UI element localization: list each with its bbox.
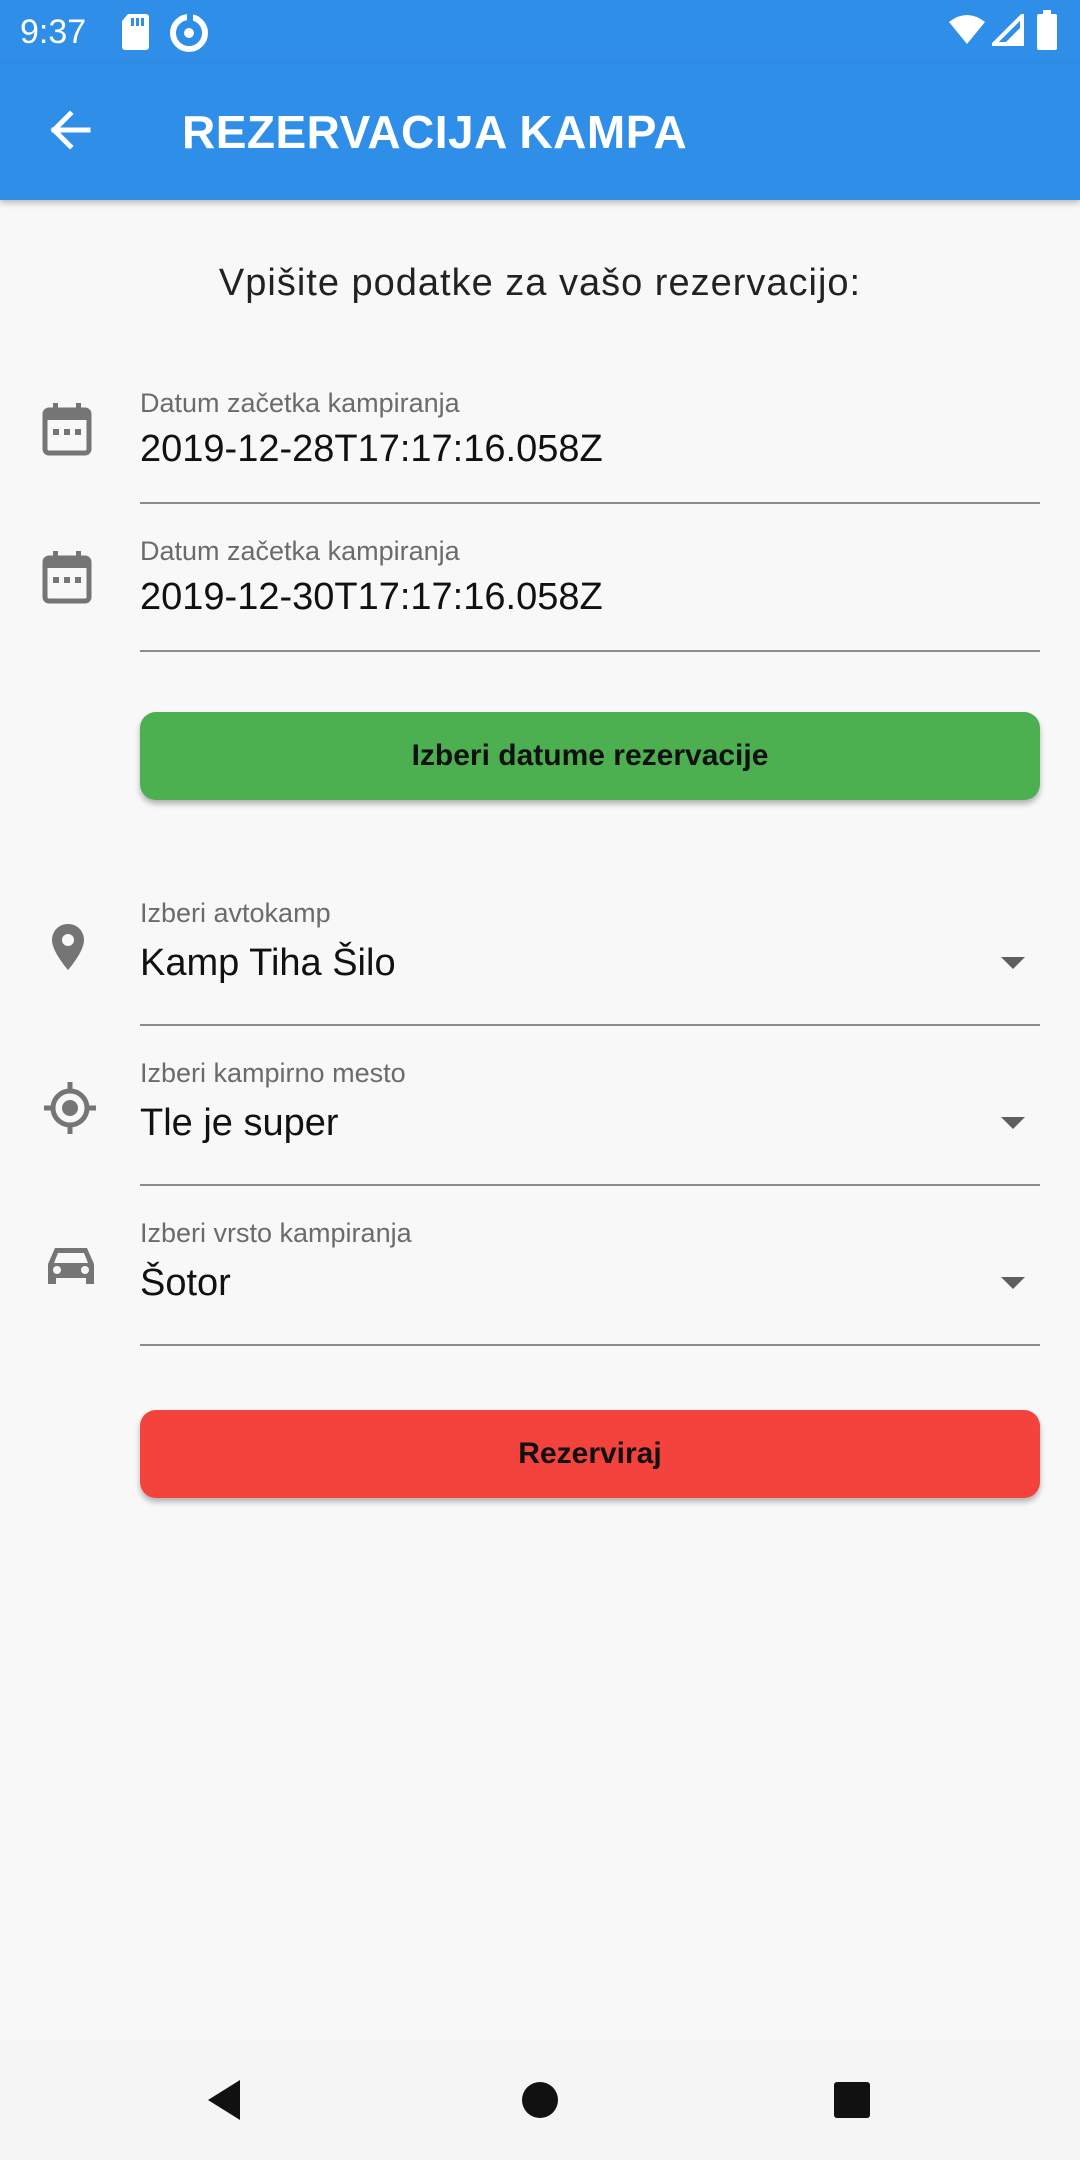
pick-dates-button[interactable]: Izberi datume rezervacije <box>140 712 1040 800</box>
system-nav-bar <box>0 2040 1080 2160</box>
camp-dropdown[interactable]: Izberi avtokamp Kamp Tiha Šilo <box>140 898 1040 1026</box>
chevron-down-icon <box>1000 956 1026 975</box>
camping-type-dropdown[interactable]: Izberi vrsto kampiranja Šotor <box>140 1218 1040 1346</box>
status-bar: 9:37 <box>0 0 1080 64</box>
chevron-down-icon <box>1000 1276 1026 1295</box>
car-icon <box>46 1244 96 1293</box>
location-pin-icon <box>50 922 86 977</box>
wifi-icon <box>948 14 986 51</box>
app-bar: REZERVACIJA KAMPA <box>0 64 1080 200</box>
arrow-back-icon <box>48 109 92 155</box>
end-date-label: Datum začetka kampiranja <box>140 536 460 566</box>
start-date-value: 2019-12-28T17:17:16.058Z <box>140 428 603 470</box>
chevron-down-icon <box>1000 1116 1026 1135</box>
status-time: 9:37 <box>20 13 87 51</box>
home-circle-icon[interactable] <box>510 2070 570 2130</box>
site-dropdown[interactable]: Izberi kampirno mesto Tle je super <box>140 1058 1040 1186</box>
camp-value: Kamp Tiha Šilo <box>140 942 396 984</box>
camping-type-label: Izberi vrsto kampiranja <box>140 1218 412 1248</box>
battery-icon <box>1036 10 1058 55</box>
calendar-icon <box>42 550 92 609</box>
end-date-field[interactable]: Datum začetka kampiranja 2019-12-30T17:1… <box>140 536 1040 652</box>
cell-signal-icon <box>989 11 1024 51</box>
recents-square-icon[interactable] <box>822 2070 882 2130</box>
sd-card-icon <box>120 12 150 57</box>
form-heading: Vpišite podatke za vašo rezervacijo: <box>218 262 862 304</box>
calendar-icon <box>42 402 92 461</box>
start-date-label: Datum začetka kampiranja <box>140 388 460 418</box>
camping-type-value: Šotor <box>140 1262 231 1304</box>
site-label: Izberi kampirno mesto <box>140 1058 406 1088</box>
reserve-button[interactable]: Rezerviraj <box>140 1410 1040 1498</box>
page-title: REZERVACIJA KAMPA <box>182 106 688 158</box>
site-value: Tle je super <box>140 1102 339 1144</box>
start-date-field[interactable]: Datum začetka kampiranja 2019-12-28T17:1… <box>140 388 1040 504</box>
back-button[interactable] <box>28 100 112 164</box>
camp-label: Izberi avtokamp <box>140 898 331 928</box>
end-date-value: 2019-12-30T17:17:16.058Z <box>140 576 603 618</box>
gps-target-icon <box>42 1080 98 1141</box>
back-triangle-icon[interactable] <box>196 2070 256 2130</box>
data-saver-icon <box>168 12 210 59</box>
